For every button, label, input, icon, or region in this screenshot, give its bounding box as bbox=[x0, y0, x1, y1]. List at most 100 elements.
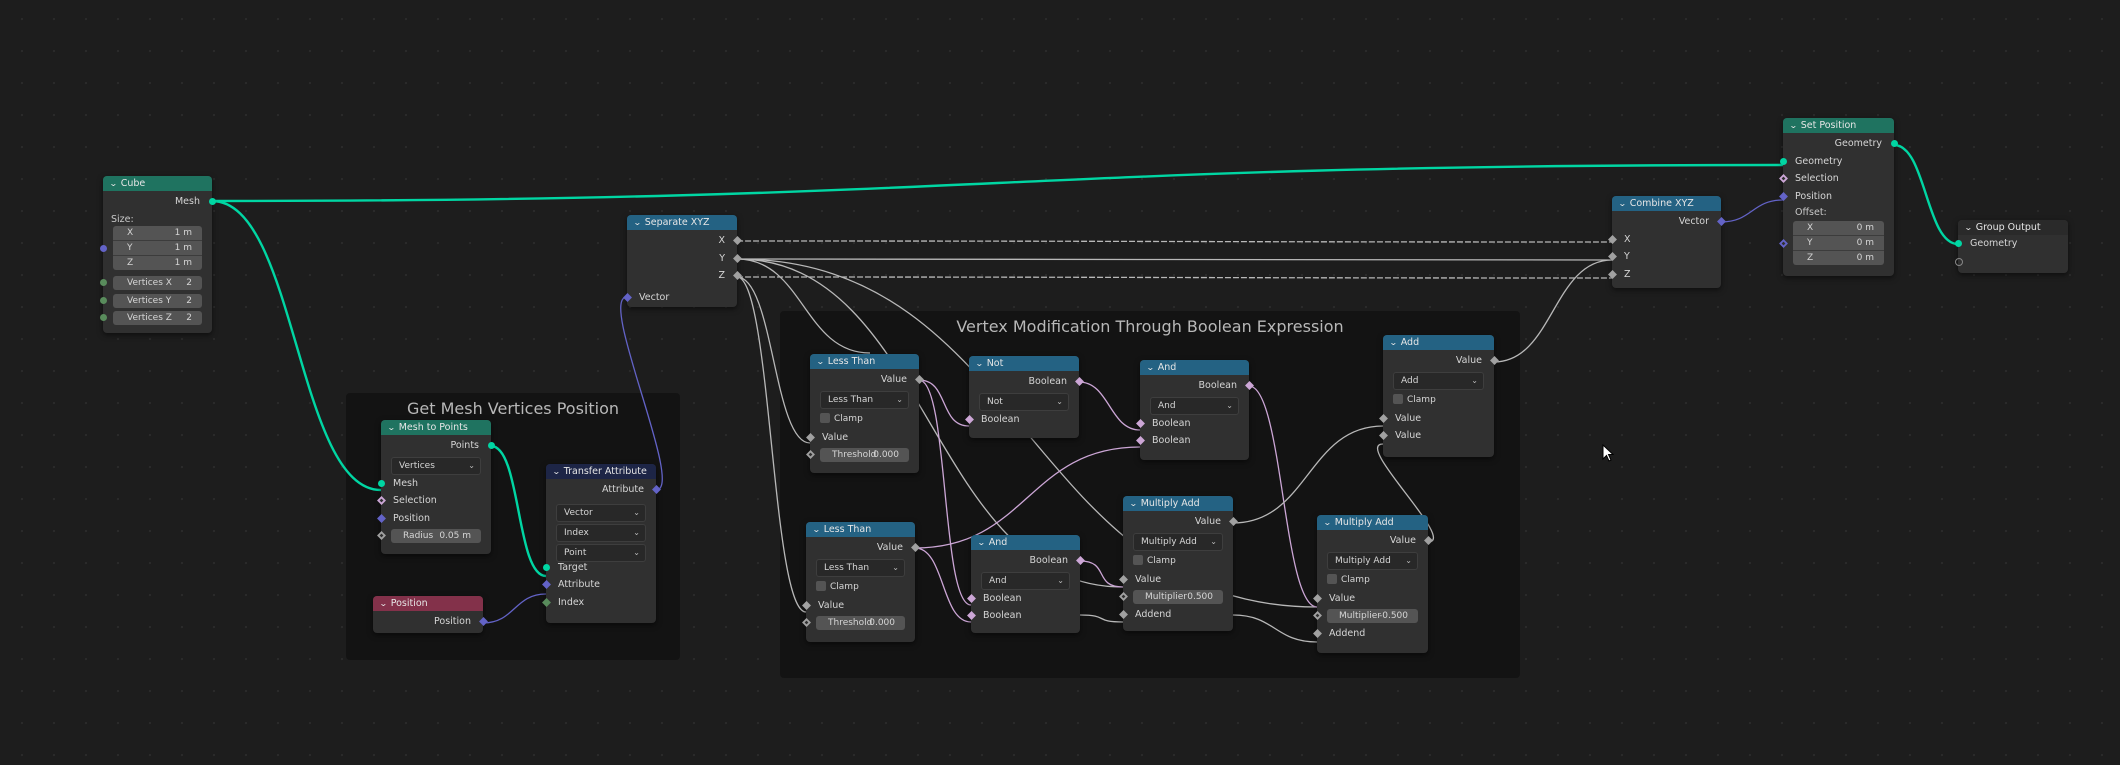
link-set-position-to-output[interactable] bbox=[1893, 143, 1959, 246]
operation-dropdown[interactable]: Multiply Add ⌄ bbox=[1327, 551, 1418, 570]
node-multiply-add-1[interactable]: ⌄ Multiply Add Value Multiply Add ⌄ Clamp … bbox=[1118, 496, 1238, 631]
threshold-field[interactable]: Threshold 0.000 bbox=[820, 448, 909, 462]
offset-x-field[interactable]: X 0 m bbox=[1793, 221, 1884, 236]
socket-x-in[interactable] bbox=[1607, 234, 1617, 244]
chevron-down-icon[interactable]: ⌄ bbox=[1389, 335, 1398, 350]
socket-empty-in[interactable] bbox=[1954, 257, 1963, 266]
socket-mesh-in[interactable] bbox=[377, 479, 385, 487]
chevron-down-icon[interactable]: ⌄ bbox=[109, 176, 118, 191]
node-header[interactable]: ⌄ Combine XYZ bbox=[1612, 196, 1721, 211]
radius-field[interactable]: Radius 0.05 m bbox=[391, 529, 481, 543]
socket-x-out[interactable] bbox=[732, 236, 742, 246]
socket-mesh-out[interactable] bbox=[208, 198, 216, 206]
node-less-than-1[interactable]: ⌄ Less Than Value Less Than ⌄ Clamp Value … bbox=[805, 354, 924, 473]
node-not[interactable]: ⌄ Not Boolean Not ⌄ Boolean bbox=[964, 356, 1084, 438]
socket-z-in[interactable] bbox=[1607, 269, 1617, 279]
node-multiply-add-2[interactable]: ⌄ Multiply Add Value Multiply Add ⌄ Clamp … bbox=[1312, 515, 1433, 653]
node-add[interactable]: ⌄ Add Value Add ⌄ Clamp Value Value bbox=[1378, 335, 1499, 457]
node-header[interactable]: ⌄ Not bbox=[969, 356, 1079, 371]
node-cube[interactable]: ⌄ Cube Mesh Size: X1 m Y1 m Z1 m Vertices… bbox=[99, 176, 216, 333]
node-header[interactable]: ⌄ Separate XYZ bbox=[627, 215, 737, 230]
chevron-down-icon[interactable]: ⌄ bbox=[379, 596, 388, 611]
node-header[interactable]: ⌄ Multiply Add bbox=[1317, 515, 1428, 530]
node-position[interactable]: ⌄ Position Position bbox=[373, 596, 488, 633]
socket-vertices-y[interactable] bbox=[99, 296, 107, 304]
socket-vector-out[interactable] bbox=[1716, 217, 1726, 227]
socket-selection-in[interactable] bbox=[1778, 174, 1788, 184]
link-x-to-combine-x[interactable] bbox=[736, 240, 1613, 243]
node-header[interactable]: ⌄ Transfer Attribute bbox=[546, 464, 656, 479]
multiplier-field[interactable]: Multiplier 0.500 bbox=[1133, 590, 1223, 604]
node-header[interactable]: ⌄ Set Position bbox=[1783, 118, 1894, 133]
socket-target-in[interactable] bbox=[542, 563, 550, 571]
operation-dropdown[interactable]: Less Than ⌄ bbox=[820, 390, 909, 409]
node-header[interactable]: ⌄ Less Than bbox=[810, 354, 919, 369]
socket-geometry-out[interactable] bbox=[1890, 140, 1898, 148]
socket-y-in[interactable] bbox=[1607, 252, 1617, 262]
clamp-checkbox[interactable]: Clamp bbox=[1393, 393, 1436, 407]
link-z-to-combine-z[interactable] bbox=[736, 276, 1613, 279]
socket-vertices-z[interactable] bbox=[99, 314, 107, 322]
threshold-field[interactable]: Threshold 0.000 bbox=[816, 616, 905, 630]
node-set-position[interactable]: ⌄ Set Position Geometry Geometry Selectio… bbox=[1778, 118, 1898, 276]
size-x-field[interactable]: X 1 m bbox=[113, 226, 202, 241]
chevron-down-icon[interactable]: ⌄ bbox=[1129, 496, 1138, 511]
socket-y-out[interactable] bbox=[732, 253, 742, 263]
vertices-z-field[interactable]: Vertices Z2 bbox=[113, 311, 202, 325]
clamp-checkbox[interactable]: Clamp bbox=[820, 412, 863, 426]
operation-dropdown[interactable]: And ⌄ bbox=[1150, 396, 1239, 415]
socket-z-out[interactable] bbox=[732, 271, 742, 281]
operation-dropdown[interactable]: Not ⌄ bbox=[979, 392, 1069, 411]
node-group-output[interactable]: ⌄ Group Output Geometry bbox=[1954, 220, 2068, 273]
chevron-down-icon[interactable]: ⌄ bbox=[812, 522, 821, 537]
chevron-down-icon[interactable]: ⌄ bbox=[816, 354, 825, 369]
offset-y-field[interactable]: Y 0 m bbox=[1793, 236, 1884, 251]
link-y-to-combine-y[interactable] bbox=[736, 258, 1613, 261]
multiplier-field[interactable]: Multiplier -0.500 bbox=[1327, 609, 1418, 623]
chevron-down-icon[interactable]: ⌄ bbox=[1789, 118, 1798, 133]
node-header[interactable]: ⌄ Position bbox=[373, 596, 483, 611]
node-transfer-attribute[interactable]: ⌄ Transfer Attribute Attribute Vector ⌄ In… bbox=[541, 464, 661, 623]
socket-position-in[interactable] bbox=[1778, 191, 1788, 201]
operation-dropdown[interactable]: Add ⌄ bbox=[1393, 371, 1484, 390]
mode-dropdown[interactable]: Vertices ⌄ bbox=[391, 456, 481, 475]
operation-dropdown[interactable]: Less Than ⌄ bbox=[816, 558, 905, 577]
chevron-down-icon[interactable]: ⌄ bbox=[1618, 196, 1627, 211]
link-cube-to-set-position[interactable] bbox=[211, 163, 1784, 203]
chevron-down-icon[interactable]: ⌄ bbox=[977, 535, 986, 550]
node-and-2[interactable]: ⌄ And Boolean And ⌄ Boolean Boolean bbox=[966, 535, 1085, 633]
clamp-checkbox[interactable]: Clamp bbox=[1133, 554, 1176, 568]
node-header[interactable]: ⌄ Add bbox=[1383, 335, 1494, 350]
chevron-down-icon[interactable]: ⌄ bbox=[387, 420, 396, 435]
mapping-dropdown[interactable]: Index ⌄ bbox=[556, 523, 646, 542]
chevron-down-icon[interactable]: ⌄ bbox=[1323, 515, 1332, 530]
node-header[interactable]: ⌄ And bbox=[971, 535, 1080, 550]
vertices-y-field[interactable]: Vertices Y2 bbox=[113, 293, 202, 308]
chevron-down-icon[interactable]: ⌄ bbox=[1146, 360, 1155, 375]
offset-z-field[interactable]: Z 0 m bbox=[1793, 251, 1884, 265]
node-header[interactable]: ⌄ Cube bbox=[103, 176, 212, 191]
clamp-checkbox[interactable]: Clamp bbox=[816, 580, 859, 594]
operation-dropdown[interactable]: Multiply Add ⌄ bbox=[1133, 532, 1223, 551]
socket-vertices-x[interactable] bbox=[99, 279, 107, 287]
node-header[interactable]: ⌄ Less Than bbox=[806, 522, 915, 537]
socket-size-in[interactable] bbox=[99, 244, 107, 252]
socket-points-out[interactable] bbox=[487, 442, 495, 450]
chevron-down-icon[interactable]: ⌄ bbox=[1964, 220, 1973, 235]
node-header[interactable]: ⌄ Multiply Add bbox=[1123, 496, 1233, 511]
vertices-x-field[interactable]: Vertices X2 bbox=[113, 276, 202, 290]
node-header[interactable]: ⌄ Mesh to Points bbox=[381, 420, 491, 435]
chevron-down-icon[interactable]: ⌄ bbox=[975, 356, 984, 371]
node-separate-xyz[interactable]: ⌄ Separate XYZ X Y Z Vector bbox=[622, 215, 742, 307]
node-header[interactable]: ⌄ And bbox=[1140, 360, 1249, 375]
node-mesh-to-points[interactable]: ⌄ Mesh to Points Points Vertices ⌄ Mesh Se… bbox=[376, 420, 495, 554]
clamp-checkbox[interactable]: Clamp bbox=[1327, 573, 1370, 587]
size-y-field[interactable]: Y 1 m bbox=[113, 241, 202, 256]
node-less-than-2[interactable]: ⌄ Less Than Value Less Than ⌄ Clamp Value … bbox=[801, 522, 920, 642]
operation-dropdown[interactable]: And ⌄ bbox=[981, 571, 1070, 590]
data-type-dropdown[interactable]: Vector ⌄ bbox=[556, 503, 646, 522]
chevron-down-icon[interactable]: ⌄ bbox=[552, 464, 561, 479]
socket-offset-in[interactable] bbox=[1778, 238, 1788, 248]
link-combine-to-position[interactable] bbox=[1720, 199, 1784, 223]
node-combine-xyz[interactable]: ⌄ Combine XYZ Vector X Y Z bbox=[1607, 196, 1726, 288]
